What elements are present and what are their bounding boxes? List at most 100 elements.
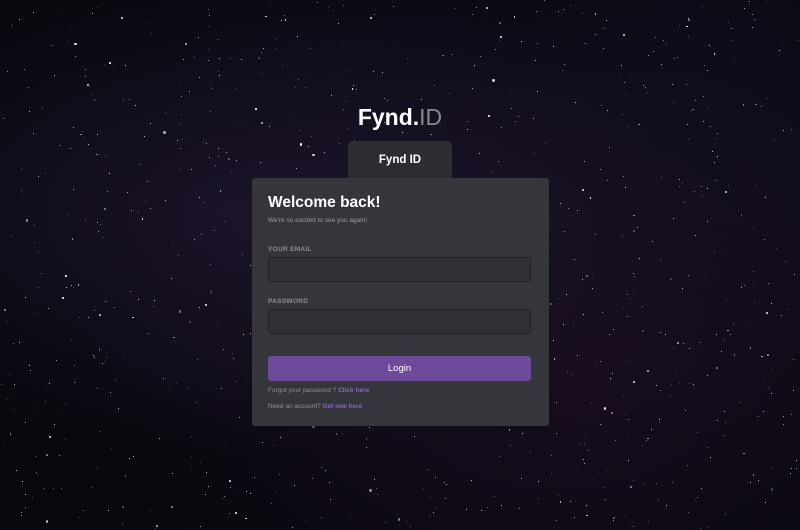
star [601,423,603,425]
star [574,516,576,518]
star [577,465,579,467]
star [740,286,742,288]
forgot-password-link[interactable]: Click here [338,387,369,394]
star [692,383,694,385]
star [54,424,55,426]
star [25,493,27,495]
star [163,131,166,134]
login-button[interactable]: Login [268,356,531,381]
star [642,330,644,332]
star [163,377,165,379]
star [93,310,95,312]
star [310,136,312,138]
star [628,434,630,435]
star [639,257,640,259]
star [433,511,435,513]
star [795,460,797,462]
subtitle: We're so excited to see you again! [268,217,368,224]
star [215,164,217,166]
star [202,141,205,144]
star [242,254,244,256]
star [243,333,245,335]
star [138,212,140,214]
star [62,296,64,299]
star [109,62,111,64]
star [563,324,565,326]
star [588,449,590,451]
star [278,473,280,475]
star [666,42,668,44]
star [196,359,198,361]
star [623,395,625,397]
star [109,392,111,394]
star [497,160,499,162]
star [87,144,89,146]
star [646,440,648,442]
star [365,438,368,440]
password-field[interactable] [268,309,531,334]
star [601,312,603,314]
star [595,362,597,364]
star [752,26,754,28]
star [27,87,29,89]
star [632,292,634,294]
star [265,15,267,18]
star [472,13,474,15]
star [275,492,277,494]
star [674,58,676,60]
star [21,514,23,516]
star [534,59,536,61]
star [758,479,760,481]
star [36,412,38,414]
tab-fynd-id[interactable]: Fynd ID [348,141,452,179]
email-field[interactable] [268,257,531,282]
star [210,263,212,265]
star [465,509,467,511]
star [656,385,658,387]
login-card: Welcome back! We're so excited to see yo… [252,178,549,426]
star [660,390,662,392]
star [191,466,193,468]
star [36,455,38,457]
logo-main-text: Fynd. [357,104,420,130]
star [33,133,35,135]
star [67,214,69,216]
star [407,58,409,60]
star [658,499,660,501]
star [234,487,237,490]
star [584,444,585,446]
star [673,218,675,220]
star [726,329,729,332]
star [21,511,23,513]
star [713,250,715,252]
star [240,58,242,60]
star [724,191,727,193]
star [767,387,769,389]
star [200,525,202,527]
star [684,409,686,411]
star [501,505,503,507]
star [37,176,39,178]
star [725,421,727,423]
star [11,235,13,237]
star [632,525,634,527]
star [626,315,628,317]
star [105,356,107,358]
star [307,146,309,148]
star [445,484,447,486]
register-link[interactable]: Get one here [323,403,363,410]
star [275,47,277,49]
star [771,302,773,304]
star [141,218,144,220]
star [558,10,560,12]
star [239,416,241,418]
star [790,413,792,415]
star [670,396,671,398]
star [708,526,710,528]
star [249,492,251,494]
star [609,378,611,380]
star [167,386,169,388]
star [229,480,232,482]
star [294,87,296,89]
star [130,290,132,292]
